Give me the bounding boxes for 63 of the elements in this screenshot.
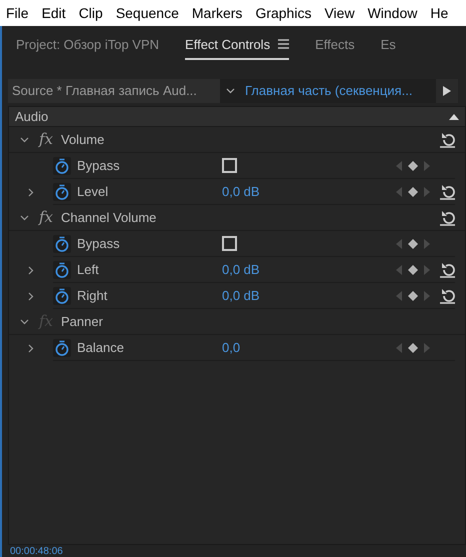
add-keyframe-icon[interactable]: [408, 160, 418, 170]
stopwatch-icon[interactable]: [53, 338, 71, 356]
chevron-right-icon[interactable]: [28, 266, 34, 274]
add-keyframe-icon[interactable]: [408, 342, 418, 352]
add-keyframe-icon[interactable]: [408, 290, 418, 300]
stopwatch-icon[interactable]: [53, 234, 71, 252]
menu-item[interactable]: Graphics: [255, 2, 312, 24]
chevron-right-icon[interactable]: [28, 188, 34, 196]
panel-tab[interactable]: Es: [380, 34, 396, 60]
menu-icon[interactable]: [278, 39, 290, 50]
property-label: Balance: [77, 338, 125, 357]
value-field[interactable]: 0,0 dB: [222, 260, 260, 280]
bypass-checkbox[interactable]: [222, 158, 237, 173]
add-keyframe-icon[interactable]: [408, 238, 418, 248]
menu-item[interactable]: Window: [368, 2, 418, 24]
chevron-right-icon[interactable]: [28, 292, 34, 300]
property-label: Bypass: [77, 156, 121, 175]
menu-item[interactable]: Edit: [42, 2, 66, 24]
fx-toggle[interactable]: fx: [39, 128, 61, 151]
play-icon[interactable]: [443, 86, 451, 96]
stopwatch-icon[interactable]: [53, 286, 71, 304]
add-keyframe-icon[interactable]: [408, 186, 418, 196]
reset-icon[interactable]: [440, 132, 455, 148]
panel-tab[interactable]: Project: Обзор iTop VPN: [16, 34, 160, 60]
property-label: Level: [77, 182, 110, 201]
menu-item[interactable]: View: [324, 2, 355, 24]
effect-name: Panner: [61, 312, 104, 331]
stopwatch-icon[interactable]: [53, 260, 71, 278]
property-label: Bypass: [77, 234, 121, 253]
chevron-down-icon[interactable]: [20, 214, 28, 220]
property-label: Right: [77, 286, 108, 305]
menu-item[interactable]: File: [6, 2, 29, 24]
effect-name: Channel Volume: [61, 208, 158, 227]
chevron-right-icon[interactable]: [28, 344, 34, 352]
play-button[interactable]: [436, 79, 458, 103]
add-keyframe-icon[interactable]: [408, 264, 418, 274]
panel-tab[interactable]: Effects: [315, 34, 355, 60]
menu-item[interactable]: He: [430, 2, 448, 24]
bypass-checkbox[interactable]: [222, 236, 237, 251]
chevron-down-icon[interactable]: [20, 136, 28, 142]
stopwatch-icon[interactable]: [53, 156, 71, 174]
chevron-down-icon: [226, 88, 235, 94]
sequence-dropdown[interactable]: Главная часть (секвенция...: [220, 79, 436, 103]
menu-item[interactable]: Markers: [192, 2, 242, 24]
stopwatch-icon[interactable]: [53, 182, 71, 200]
value-field[interactable]: 0,0: [222, 338, 240, 358]
section-header: Audio: [9, 107, 465, 127]
menu-item[interactable]: Clip: [78, 2, 103, 24]
effect-name: Volume: [61, 130, 106, 149]
panel-tab[interactable]: Effect Controls: [185, 34, 290, 60]
chevron-down-icon[interactable]: [20, 318, 28, 324]
source-clip-label: Source * Главная запись Aud...: [12, 82, 197, 100]
reset-icon[interactable]: [440, 184, 455, 200]
reset-icon[interactable]: [440, 210, 455, 226]
fx-toggle[interactable]: fx: [39, 206, 61, 229]
value-field[interactable]: 0,0 dB: [222, 182, 260, 202]
property-label: Left: [77, 260, 100, 279]
reset-icon[interactable]: [440, 262, 455, 278]
reset-icon[interactable]: [440, 288, 455, 304]
menu-item[interactable]: Sequence: [116, 2, 179, 24]
timecode[interactable]: 00:00:48:06: [2, 547, 466, 557]
value-field[interactable]: 0,0 dB: [222, 286, 260, 306]
collapse-up-icon: [449, 114, 459, 120]
